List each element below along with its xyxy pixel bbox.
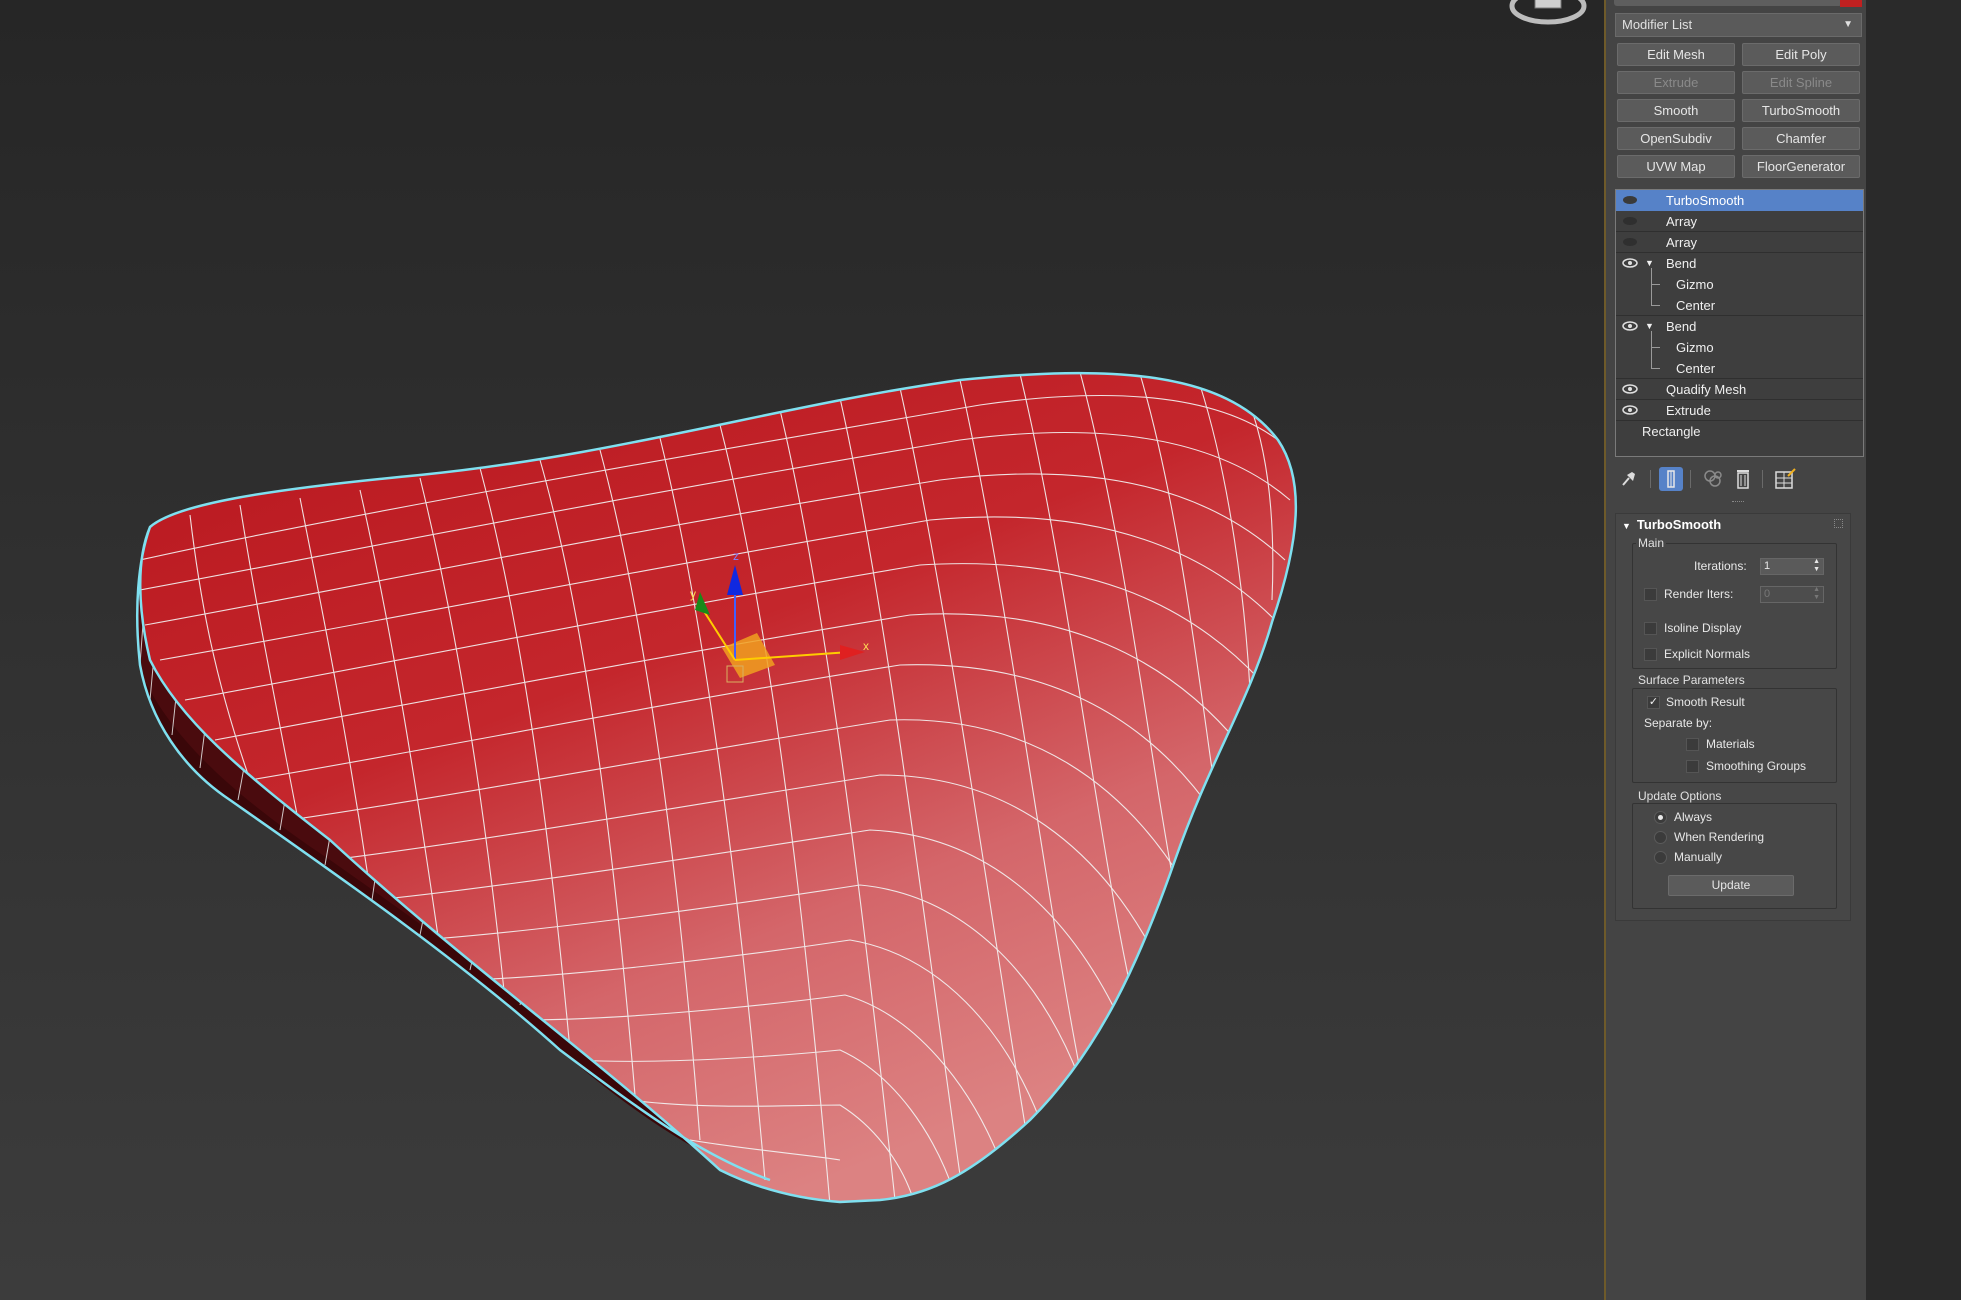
stack-subitem-center-2[interactable]: Center bbox=[1616, 348, 1863, 379]
configure-modifier-sets-icon[interactable] bbox=[1772, 466, 1798, 492]
name-field[interactable] bbox=[1614, 0, 1842, 6]
materials-label: Materials bbox=[1706, 737, 1755, 751]
dropdown-arrow-icon: ▼ bbox=[1843, 19, 1853, 30]
when-rendering-radio[interactable] bbox=[1654, 831, 1667, 844]
manually-label: Manually bbox=[1674, 850, 1723, 864]
edit-mesh-button[interactable]: Edit Mesh bbox=[1617, 43, 1735, 66]
stack-item-array[interactable]: Array bbox=[1616, 211, 1863, 232]
rollout-title[interactable]: ▼ TurboSmooth bbox=[1622, 517, 1721, 532]
edit-poly-button[interactable]: Edit Poly bbox=[1742, 43, 1860, 66]
stack-item-turbosmooth[interactable]: TurboSmooth bbox=[1616, 190, 1863, 211]
pin-stack-icon[interactable] bbox=[1615, 466, 1641, 492]
manually-radio[interactable] bbox=[1654, 851, 1667, 864]
stack-subitem-label: Gizmo bbox=[1676, 277, 1714, 292]
stack-item-label: TurboSmooth bbox=[1666, 193, 1745, 208]
panel-resize-handle[interactable] bbox=[1732, 501, 1744, 504]
collapse-arrow-icon[interactable]: ▼ bbox=[1622, 521, 1631, 531]
spinner-arrows-icon[interactable]: ▲ ▼ bbox=[1813, 558, 1820, 574]
opensubdiv-button[interactable]: OpenSubdiv bbox=[1617, 127, 1735, 150]
modifier-stack[interactable]: TurboSmooth Array Array ▼ Bend Gizmo Cen… bbox=[1615, 189, 1864, 457]
spinner-arrows-icon[interactable]: ▲ ▼ bbox=[1813, 586, 1820, 602]
stack-item-label: Array bbox=[1666, 214, 1698, 229]
show-end-result-icon[interactable] bbox=[1658, 466, 1684, 492]
explicit-normals-label: Explicit Normals bbox=[1664, 647, 1751, 661]
stack-item-label: Array bbox=[1666, 235, 1698, 250]
render-iters-label: Render Iters: bbox=[1664, 587, 1734, 601]
stack-item-extrude[interactable]: Extrude bbox=[1616, 400, 1863, 421]
always-label: Always bbox=[1674, 810, 1713, 824]
modifier-list-label: Modifier List bbox=[1622, 17, 1693, 32]
render-iters-spinner[interactable]: 0 ▲ ▼ bbox=[1760, 586, 1824, 603]
stack-item-label: Rectangle bbox=[1642, 424, 1701, 439]
rollout-grip-icon[interactable] bbox=[1834, 519, 1843, 528]
main-group-label: Main bbox=[1636, 536, 1667, 550]
smooth-button[interactable]: Smooth bbox=[1617, 99, 1735, 122]
turbosmooth-button[interactable]: TurboSmooth bbox=[1742, 99, 1860, 122]
smoothing-groups-label: Smoothing Groups bbox=[1706, 759, 1807, 773]
edit-spline-button[interactable]: Edit Spline bbox=[1742, 71, 1860, 94]
tree-connector bbox=[1651, 268, 1660, 285]
materials-checkbox[interactable] bbox=[1686, 738, 1699, 751]
viewport-canvas[interactable]: z x y bbox=[0, 0, 1604, 1300]
stack-item-label: Bend bbox=[1666, 319, 1697, 334]
toolbar-separator bbox=[1690, 470, 1691, 488]
panel-background bbox=[1866, 0, 1961, 1300]
stack-item-rectangle[interactable]: Rectangle bbox=[1616, 421, 1863, 442]
floorgenerator-button[interactable]: FloorGenerator bbox=[1742, 155, 1860, 178]
iterations-spinner[interactable]: 1 ▲ ▼ bbox=[1760, 558, 1824, 575]
smoothing-groups-checkbox[interactable] bbox=[1686, 760, 1699, 773]
toolbar-separator bbox=[1650, 470, 1651, 488]
object-color-swatch[interactable] bbox=[1840, 0, 1862, 7]
smooth-result-checkbox[interactable]: ✓ bbox=[1647, 696, 1660, 709]
uvw-map-button[interactable]: UVW Map bbox=[1617, 155, 1735, 178]
stack-item-label: Bend bbox=[1666, 256, 1697, 271]
toolbar-separator bbox=[1762, 470, 1763, 488]
remove-modifier-icon[interactable] bbox=[1730, 466, 1756, 492]
stack-item-array-2[interactable]: Array bbox=[1616, 232, 1863, 253]
stack-item-label: Extrude bbox=[1666, 403, 1711, 418]
perspective-viewport[interactable]: z x y bbox=[0, 0, 1604, 1300]
eye-icon[interactable] bbox=[1620, 232, 1640, 253]
stack-item-quadify-mesh[interactable]: Quadify Mesh bbox=[1616, 379, 1863, 400]
isoline-display-label: Isoline Display bbox=[1664, 621, 1742, 635]
tree-connector bbox=[1651, 285, 1660, 306]
mesh-top-surface bbox=[140, 373, 1296, 1202]
stack-subitem-label: Center bbox=[1676, 298, 1716, 313]
render-iters-checkbox[interactable] bbox=[1644, 588, 1657, 601]
eye-icon[interactable] bbox=[1620, 379, 1640, 400]
always-radio[interactable] bbox=[1654, 811, 1667, 824]
eye-icon[interactable] bbox=[1620, 211, 1640, 232]
stack-subitem-label: Gizmo bbox=[1676, 340, 1714, 355]
viewcube[interactable] bbox=[1509, 0, 1587, 25]
modifier-list-dropdown[interactable]: Modifier List ▼ bbox=[1615, 13, 1862, 37]
surface-parameters-label: Surface Parameters bbox=[1636, 673, 1747, 687]
update-button[interactable]: Update bbox=[1668, 875, 1794, 896]
smooth-result-label: Smooth Result bbox=[1666, 695, 1745, 709]
stack-subitem-center[interactable]: Center bbox=[1616, 285, 1863, 316]
eye-icon[interactable] bbox=[1620, 190, 1640, 211]
stack-subitem-label: Center bbox=[1676, 361, 1716, 376]
explicit-normals-checkbox[interactable] bbox=[1644, 648, 1657, 661]
separate-by-label: Separate by: bbox=[1644, 716, 1713, 730]
eye-icon[interactable] bbox=[1620, 400, 1640, 421]
when-rendering-label: When Rendering bbox=[1674, 830, 1765, 844]
eye-icon[interactable] bbox=[1620, 253, 1640, 274]
extrude-button[interactable]: Extrude bbox=[1617, 71, 1735, 94]
chamfer-button[interactable]: Chamfer bbox=[1742, 127, 1860, 150]
make-unique-icon[interactable] bbox=[1700, 466, 1726, 492]
gizmo-z-label: z bbox=[733, 549, 739, 563]
gizmo-y-label: y bbox=[690, 587, 696, 601]
stack-item-label: Quadify Mesh bbox=[1666, 382, 1747, 397]
iterations-label: Iterations: bbox=[1694, 559, 1747, 573]
gizmo-x-label: x bbox=[863, 639, 869, 653]
tree-connector bbox=[1651, 331, 1660, 348]
isoline-display-checkbox[interactable] bbox=[1644, 622, 1657, 635]
update-options-label: Update Options bbox=[1636, 789, 1724, 803]
tree-connector bbox=[1651, 348, 1660, 369]
eye-icon[interactable] bbox=[1620, 316, 1640, 337]
